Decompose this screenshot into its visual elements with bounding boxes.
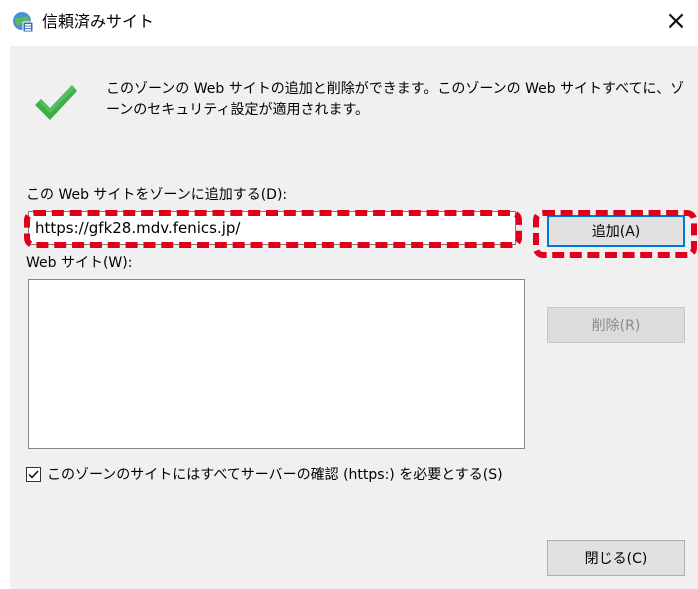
checkmark-icon	[28, 470, 39, 479]
title-bar: 信頼済みサイト ×	[0, 0, 698, 46]
close-icon[interactable]: ×	[654, 0, 698, 42]
site-url-input[interactable]	[28, 211, 516, 245]
add-site-label: この Web サイトをゾーンに追加する(D):	[26, 187, 288, 203]
add-button[interactable]: 追加(A)	[547, 215, 685, 247]
zone-description: このゾーンの Web サイトの追加と削除ができます。このゾーンの Web サイト…	[106, 81, 685, 118]
globe-shield-icon	[12, 11, 34, 33]
https-requirement-label: このゾーンのサイトにはすべてサーバーの確認 (https:) を必要とする(S)	[47, 467, 503, 483]
https-requirement-row[interactable]: このゾーンのサイトにはすべてサーバーの確認 (https:) を必要とする(S)	[26, 464, 503, 484]
window-title: 信頼済みサイト	[42, 12, 155, 31]
https-requirement-checkbox[interactable]	[26, 466, 41, 482]
websites-list[interactable]	[28, 279, 525, 449]
close-button[interactable]: 閉じる(C)	[547, 540, 685, 576]
green-check-icon	[32, 80, 78, 126]
remove-button: 削除(R)	[547, 307, 685, 343]
websites-label: Web サイト(W):	[26, 255, 133, 271]
dialog-body: このゾーンの Web サイトの追加と削除ができます。このゾーンの Web サイト…	[10, 46, 698, 589]
